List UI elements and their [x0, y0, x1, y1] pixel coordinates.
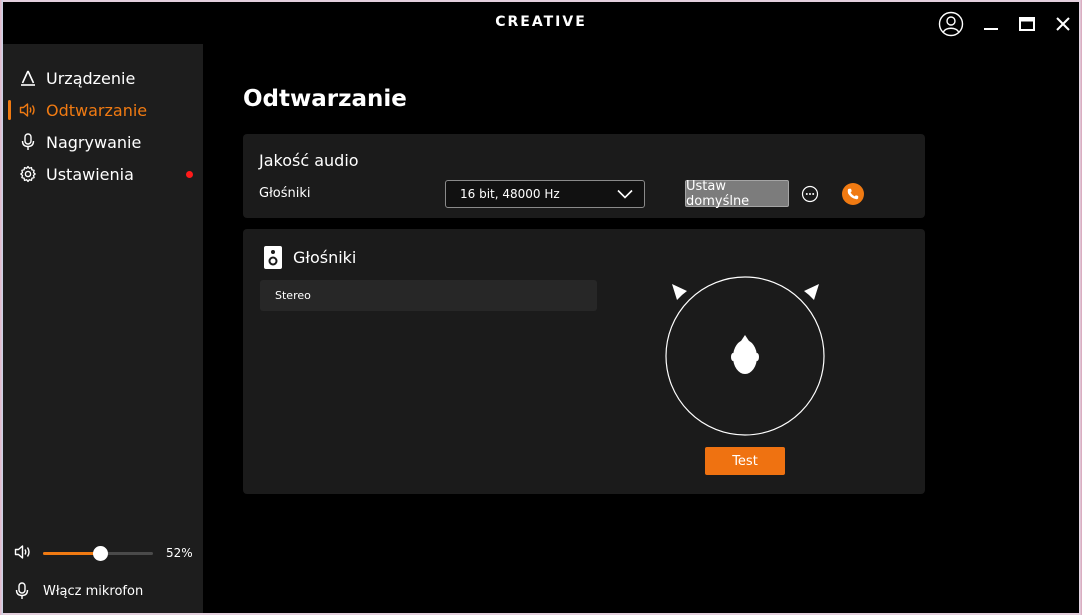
- device-triangle-icon: [18, 68, 38, 88]
- minimize-button[interactable]: [976, 10, 1006, 38]
- close-button[interactable]: [1048, 10, 1078, 38]
- sidebar-item-device[interactable]: Urządzenie: [3, 63, 203, 93]
- minimize-icon: [984, 28, 998, 30]
- title-bar: CREATIVE: [3, 2, 1079, 44]
- microphone-icon: [15, 582, 29, 604]
- maximize-icon: [1019, 17, 1035, 31]
- speaker-icon: [18, 100, 38, 120]
- sidebar-item-recording[interactable]: Nagrywanie: [3, 127, 203, 157]
- set-default-button[interactable]: Ustaw domyślne: [685, 179, 789, 209]
- gear-icon: [18, 164, 38, 184]
- main-content: Odtwarzanie Jakość audio Głośniki 16 bit…: [203, 44, 1079, 613]
- volume-slider-fill: [43, 552, 100, 555]
- audio-format-dropdown[interactable]: 16 bit, 48000 Hz: [445, 180, 645, 208]
- speaker-position-diagram: [665, 276, 825, 436]
- audio-format-value: 16 bit, 48000 Hz: [460, 187, 560, 201]
- user-circle-icon: [938, 11, 964, 37]
- notification-dot: [186, 171, 193, 178]
- volume-slider-handle[interactable]: [93, 546, 108, 561]
- test-button[interactable]: Test: [705, 447, 785, 475]
- listener-head-icon: [731, 335, 759, 374]
- sidebar-item-label: Ustawienia: [46, 164, 134, 184]
- sidebar-item-playback[interactable]: Odtwarzanie: [3, 95, 203, 125]
- speakers-title: Głośniki: [293, 248, 357, 267]
- phone-icon: [847, 188, 859, 200]
- enable-mic-label: Włącz mikrofon: [43, 584, 144, 599]
- maximize-button[interactable]: [1012, 10, 1042, 38]
- sidebar: Urządzenie Odtwarzanie Nagrywanie Ustawi…: [3, 44, 203, 613]
- audio-quality-card: Jakość audio Głośniki 16 bit, 48000 Hz U…: [243, 134, 925, 218]
- speaker-mode-list-item[interactable]: Stereo: [260, 280, 597, 311]
- audio-quality-title: Jakość audio: [259, 151, 359, 170]
- close-icon: [1056, 17, 1070, 31]
- chevron-down-icon: [617, 189, 633, 199]
- volume-slider[interactable]: [43, 546, 153, 561]
- app-window: CREATIVE Urządzenie Odtwarzanie Nagrywan…: [3, 2, 1079, 613]
- loudspeaker-icon: [264, 246, 282, 269]
- sidebar-item-label: Odtwarzanie: [46, 100, 148, 120]
- page-title: Odtwarzanie: [243, 86, 407, 112]
- communication-mode-button[interactable]: [842, 183, 864, 205]
- active-indicator: [8, 100, 11, 120]
- enable-mic-button[interactable]: Włącz mikrofon: [3, 580, 203, 604]
- output-device-label: Głośniki: [259, 186, 311, 201]
- sidebar-item-label: Nagrywanie: [46, 132, 142, 152]
- left-speaker-icon: [672, 284, 687, 300]
- sidebar-item-settings[interactable]: Ustawienia: [3, 159, 203, 189]
- brand-logo: CREATIVE: [495, 14, 587, 30]
- volume-control: 52%: [3, 542, 203, 564]
- volume-icon[interactable]: [14, 544, 32, 564]
- more-options-button[interactable]: [800, 184, 820, 204]
- speakers-card: Głośniki Stereo Test: [243, 229, 925, 494]
- more-options-icon: [801, 185, 819, 203]
- right-speaker-icon: [804, 284, 819, 300]
- microphone-icon: [18, 132, 38, 152]
- volume-percent: 52%: [166, 546, 193, 560]
- user-button[interactable]: [936, 10, 966, 38]
- sidebar-item-label: Urządzenie: [46, 68, 136, 88]
